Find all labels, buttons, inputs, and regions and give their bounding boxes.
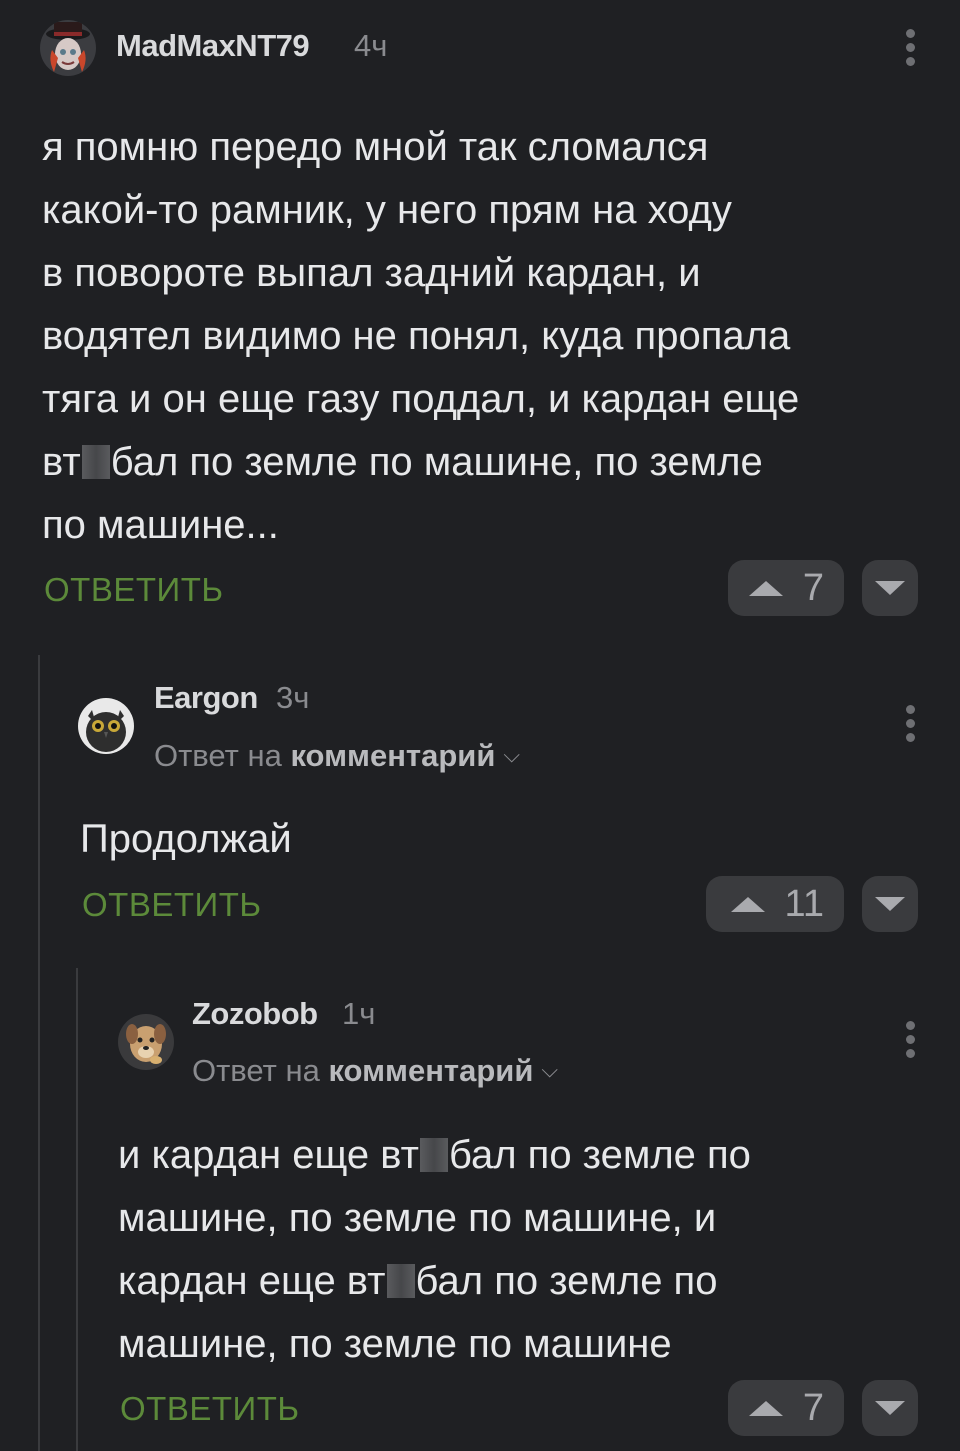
downvote-button[interactable] — [862, 560, 918, 616]
upvote-button[interactable]: 11 — [706, 876, 844, 932]
comment-line: вт бал по земле по машине, по земле — [42, 440, 763, 484]
comment-line: машине, по земле по машине — [118, 1322, 672, 1366]
reply-to-link[interactable]: Ответ на комментарий ⌵ — [192, 1053, 558, 1089]
kebab-menu-icon[interactable] — [904, 705, 916, 743]
mad-hatter-avatar-icon — [40, 20, 96, 76]
chevron-down-icon[interactable]: ⌵ — [541, 1057, 558, 1083]
avatar[interactable] — [78, 698, 134, 754]
upvote-icon — [748, 580, 783, 596]
comment-author[interactable]: Zozobob — [192, 996, 318, 1032]
upvote-icon — [730, 896, 765, 912]
downvote-button[interactable] — [862, 876, 918, 932]
comment-line: в повороте выпал задний кардан, и — [42, 251, 701, 295]
comment-author[interactable]: MadMaxNT79 — [116, 28, 310, 64]
reply-button[interactable]: ОТВЕТИТЬ — [44, 571, 224, 609]
comment-author[interactable]: Eargon — [154, 680, 258, 716]
censor-blur — [386, 1264, 415, 1298]
downvote-button[interactable] — [862, 1380, 918, 1436]
comment-line: какой-то рамник, у него прям на ходу — [42, 188, 732, 232]
reply-to-link[interactable]: Ответ на комментарий ⌵ — [154, 738, 520, 774]
chevron-down-icon[interactable]: ⌵ — [503, 742, 520, 768]
vote-count: 7 — [802, 1386, 824, 1429]
comment-line: кардан еще вт бал по земле по — [118, 1259, 718, 1303]
vote-count: 7 — [802, 566, 824, 609]
comment-body: и кардан еще вт бал по земле по машине, п… — [118, 1124, 918, 1376]
owl-avatar-icon — [78, 698, 134, 754]
comment-time: 4ч — [354, 28, 388, 63]
upvote-icon — [748, 1400, 783, 1416]
comment-body: Продолжай — [80, 808, 920, 871]
comment-line: машине, по земле по машине, и — [118, 1196, 717, 1240]
censor-blur — [419, 1138, 448, 1172]
downvote-icon — [875, 897, 905, 911]
comment-line: и кардан еще вт бал по земле по — [118, 1133, 751, 1177]
avatar[interactable] — [118, 1014, 174, 1070]
kebab-menu-icon[interactable] — [904, 1021, 916, 1059]
comment-line: водятел видимо не понял, куда пропала — [42, 314, 791, 358]
avatar[interactable] — [40, 20, 96, 76]
comment-line: тяга и он еще газу поддал, и кардан еще — [42, 377, 800, 421]
reply-to-target[interactable]: комментарий — [328, 1053, 533, 1088]
reply-button[interactable]: ОТВЕТИТЬ — [82, 886, 262, 924]
comment-line: Продолжай — [80, 817, 292, 861]
censor-blur — [81, 445, 110, 479]
thread-line-level-1 — [38, 655, 40, 1451]
dog-avatar-icon — [118, 1014, 174, 1070]
downvote-icon — [875, 1401, 905, 1415]
downvote-icon — [875, 581, 905, 595]
comment-line: по машине... — [42, 503, 279, 547]
reply-to-target[interactable]: комментарий — [290, 738, 495, 773]
kebab-menu-icon[interactable] — [904, 29, 916, 67]
upvote-button[interactable]: 7 — [728, 560, 844, 616]
comment-line: я помню передо мной так сломался — [42, 125, 709, 169]
upvote-button[interactable]: 7 — [728, 1380, 844, 1436]
comment-time: 3ч — [276, 680, 310, 715]
reply-button[interactable]: ОТВЕТИТЬ — [120, 1390, 300, 1428]
comment-time: 1ч — [342, 996, 376, 1031]
vote-count: 11 — [784, 882, 824, 925]
comment-body: я помню передо мной так сломался какой-т… — [42, 116, 922, 557]
thread-line-level-2 — [76, 968, 78, 1451]
